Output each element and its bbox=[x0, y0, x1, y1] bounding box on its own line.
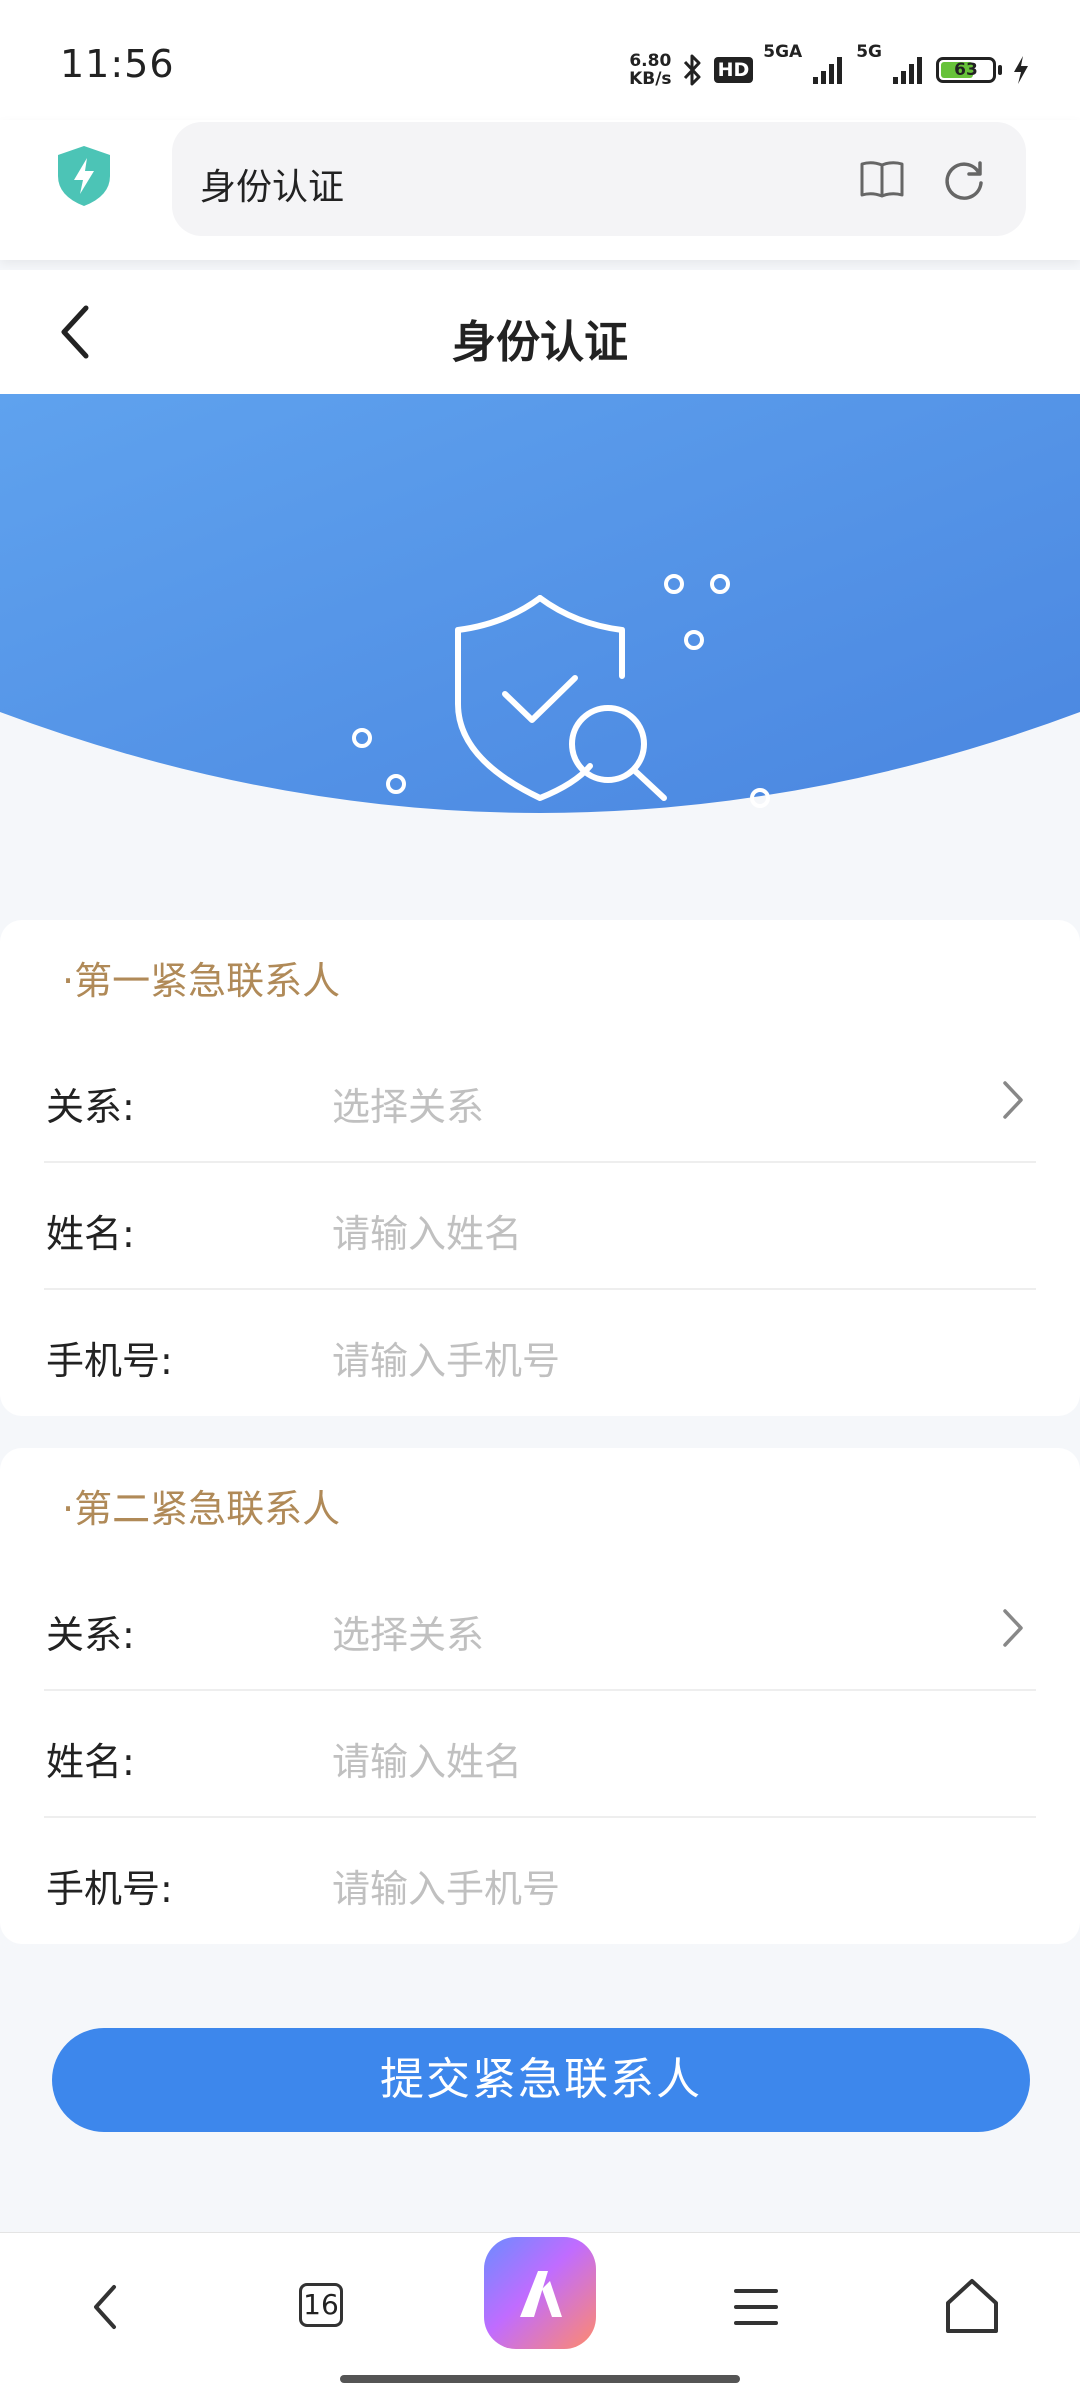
home-icon[interactable] bbox=[932, 2267, 1012, 2347]
phone-field-first[interactable]: 手机号: 请输入手机号 bbox=[44, 1290, 1036, 1417]
relation-label: 关系: bbox=[46, 1613, 135, 1657]
page-title: 身份认证 bbox=[452, 317, 628, 368]
app-logo-icon[interactable] bbox=[484, 2237, 596, 2349]
status-icons: 6.80 KB/s HD 5GA 5G 63 bbox=[629, 42, 1030, 92]
name-input[interactable]: 请输入姓名 bbox=[332, 1203, 522, 1258]
battery-percent: 63 bbox=[954, 60, 978, 80]
hd-badge: HD bbox=[713, 57, 754, 83]
book-icon[interactable] bbox=[858, 155, 906, 203]
hero-banner bbox=[0, 394, 1080, 890]
page-header: 身份认证 bbox=[0, 270, 1080, 394]
phone-input[interactable]: 请输入手机号 bbox=[332, 1330, 560, 1385]
relation-placeholder: 选择关系 bbox=[332, 1613, 485, 1657]
battery-cap bbox=[998, 65, 1002, 75]
hero-graphic bbox=[0, 394, 1080, 813]
contact-card-second: ·第二紧急联系人 关系: 选择关系 姓名: 请输入姓名 手机号: 请输入手机号 bbox=[0, 1448, 1080, 1944]
contact-card-first: ·第一紧急联系人 关系: 选择关系 姓名: 请输入姓名 手机号: 请输入手机号 bbox=[0, 920, 1080, 1416]
relation-label: 关系: bbox=[46, 1085, 135, 1129]
signal-label-5g: 5G bbox=[856, 42, 882, 62]
battery-icon: 63 bbox=[936, 57, 996, 83]
url-bar[interactable]: 身份认证 bbox=[172, 122, 1026, 236]
status-bar: 11:56 6.80 KB/s HD 5GA 5G 63 bbox=[0, 0, 1080, 120]
home-indicator[interactable] bbox=[340, 2375, 740, 2383]
url-text: 身份认证 bbox=[200, 167, 345, 208]
relation-placeholder: 选择关系 bbox=[332, 1085, 485, 1129]
name-field-second[interactable]: 姓名: 请输入姓名 bbox=[44, 1691, 1036, 1818]
refresh-icon[interactable] bbox=[940, 155, 988, 203]
network-speed: 6.80 KB/s bbox=[629, 51, 672, 89]
bluetooth-icon bbox=[683, 54, 701, 86]
section-title-second: ·第二紧急联系人 bbox=[62, 1487, 341, 1531]
name-field-first[interactable]: 姓名: 请输入姓名 bbox=[44, 1163, 1036, 1290]
chevron-left-icon[interactable] bbox=[66, 2267, 146, 2347]
name-label: 姓名: bbox=[46, 1212, 135, 1256]
phone-label: 手机号: bbox=[46, 1339, 173, 1383]
charging-icon bbox=[1014, 56, 1028, 84]
phone-label: 手机号: bbox=[46, 1867, 173, 1911]
name-input[interactable]: 请输入姓名 bbox=[332, 1731, 522, 1786]
menu-icon[interactable] bbox=[716, 2267, 796, 2347]
relation-select-second[interactable]: 关系: 选择关系 bbox=[44, 1564, 1036, 1691]
name-label: 姓名: bbox=[46, 1740, 135, 1784]
signal-label-5ga: 5GA bbox=[763, 42, 803, 62]
relation-select-first[interactable]: 关系: 选择关系 bbox=[44, 1036, 1036, 1163]
phone-input[interactable]: 请输入手机号 bbox=[332, 1858, 560, 1913]
signal-icon bbox=[813, 57, 843, 84]
chevron-right-icon bbox=[1003, 1081, 1023, 1119]
submit-contacts-button[interactable]: 提交紧急联系人 bbox=[52, 2028, 1030, 2132]
chevron-right-icon bbox=[1003, 1609, 1023, 1647]
status-time: 11:56 bbox=[60, 42, 175, 86]
tabs-icon[interactable]: 16 bbox=[299, 2283, 343, 2327]
phone-field-second[interactable]: 手机号: 请输入手机号 bbox=[44, 1818, 1036, 1945]
section-title-first: ·第一紧急联系人 bbox=[62, 959, 341, 1003]
signal-icon bbox=[893, 57, 922, 84]
bottom-nav: 16 bbox=[0, 2232, 1080, 2401]
browser-bar: 身份认证 bbox=[0, 120, 1080, 260]
shield-bolt-icon[interactable] bbox=[54, 144, 114, 208]
